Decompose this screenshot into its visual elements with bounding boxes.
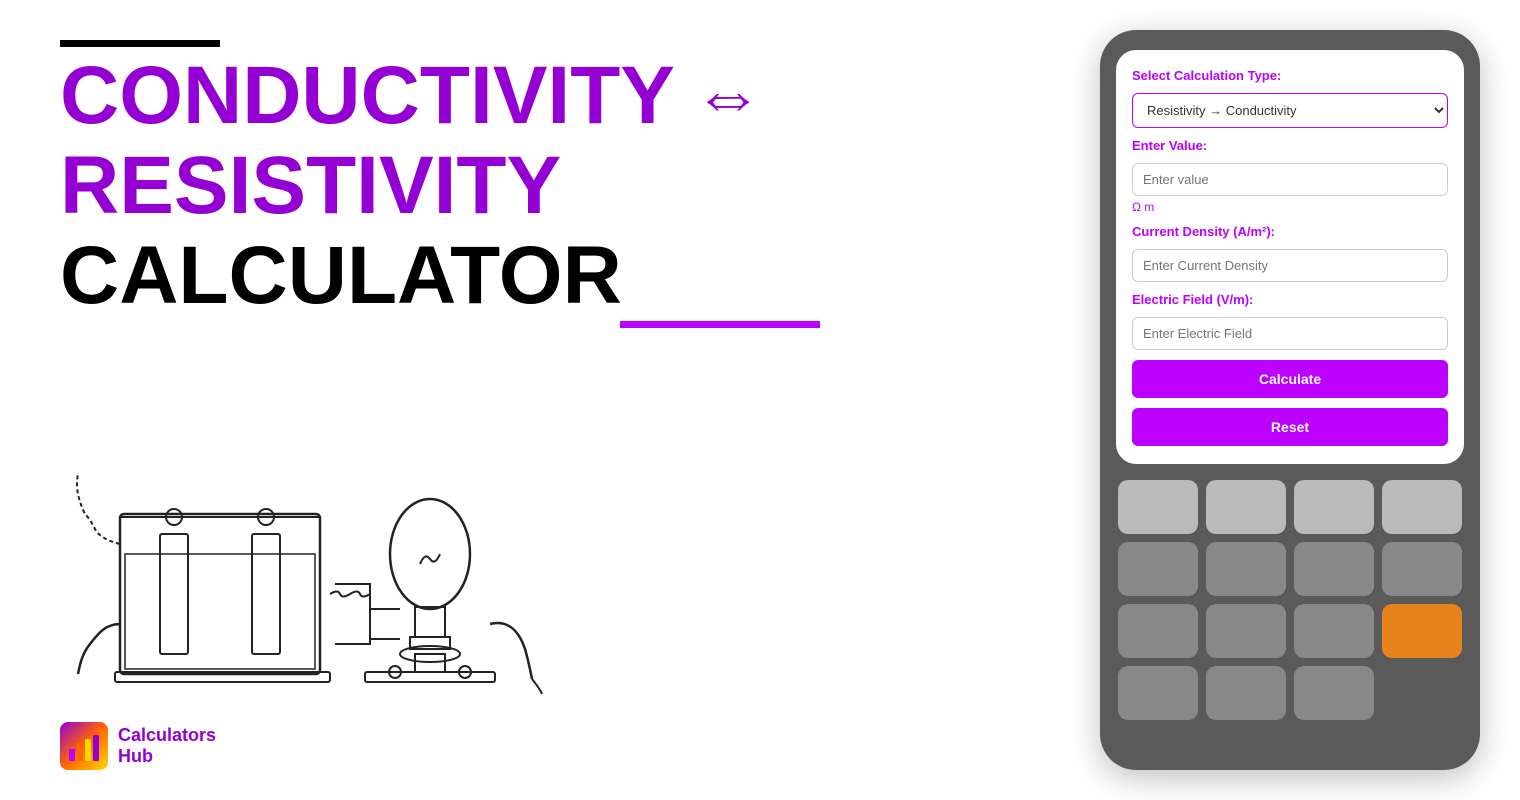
- logo-name-bottom: Hub: [118, 746, 216, 767]
- key-7[interactable]: [1294, 542, 1374, 596]
- calc-type-label: Select Calculation Type:: [1132, 68, 1448, 83]
- key-11[interactable]: [1294, 604, 1374, 658]
- electric-field-label: Electric Field (V/m):: [1132, 292, 1448, 307]
- underline-decoration: [620, 321, 820, 328]
- conductivity-text: CONDUCTIVITY: [60, 55, 675, 137]
- key-2[interactable]: [1206, 480, 1286, 534]
- logo-area: Calculators Hub: [60, 722, 216, 770]
- arrow-icon: ⇔: [693, 61, 763, 131]
- key-13[interactable]: [1206, 666, 1286, 720]
- current-density-input[interactable]: [1132, 249, 1448, 282]
- key-14[interactable]: [1294, 666, 1374, 720]
- key-4[interactable]: [1382, 480, 1462, 534]
- electric-field-input[interactable]: [1132, 317, 1448, 350]
- key-12[interactable]: [1118, 666, 1198, 720]
- experiment-illustration: [60, 424, 580, 704]
- calculate-button[interactable]: Calculate: [1132, 360, 1448, 398]
- calculator-text: CALCULATOR: [60, 235, 622, 317]
- logo-text: Calculators Hub: [118, 725, 216, 767]
- unit-label: Ω m: [1132, 200, 1448, 214]
- logo-name-top: Calculators: [118, 725, 216, 746]
- key-9[interactable]: [1118, 604, 1198, 658]
- key-3[interactable]: [1294, 480, 1374, 534]
- reset-button[interactable]: Reset: [1132, 408, 1448, 446]
- key-8[interactable]: [1382, 542, 1462, 596]
- logo-icon: [60, 722, 108, 770]
- left-section: CONDUCTIVITY ⇔ RESISTIVITY CALCULATOR: [0, 0, 1080, 800]
- key-5[interactable]: [1118, 542, 1198, 596]
- calc-type-select[interactable]: Resistivity → Conductivity: [1132, 93, 1448, 128]
- title-line2: RESISTIVITY: [60, 145, 1020, 227]
- key-10[interactable]: [1206, 604, 1286, 658]
- enter-value-label: Enter Value:: [1132, 138, 1448, 153]
- calc-keypad: [1116, 476, 1464, 724]
- right-section: Select Calculation Type: Resistivity → C…: [1080, 0, 1520, 800]
- title-line1: CONDUCTIVITY ⇔: [60, 55, 1020, 137]
- calculator-screen: Select Calculation Type: Resistivity → C…: [1116, 50, 1464, 464]
- title-bar-decoration: [60, 40, 220, 47]
- key-orange-1[interactable]: [1382, 604, 1462, 658]
- current-density-label: Current Density (A/m²):: [1132, 224, 1448, 239]
- key-6[interactable]: [1206, 542, 1286, 596]
- key-1[interactable]: [1118, 480, 1198, 534]
- calculator-device: Select Calculation Type: Resistivity → C…: [1100, 30, 1480, 770]
- title-line3: CALCULATOR: [60, 235, 1020, 317]
- enter-value-input[interactable]: [1132, 163, 1448, 196]
- illustration: [60, 368, 1020, 760]
